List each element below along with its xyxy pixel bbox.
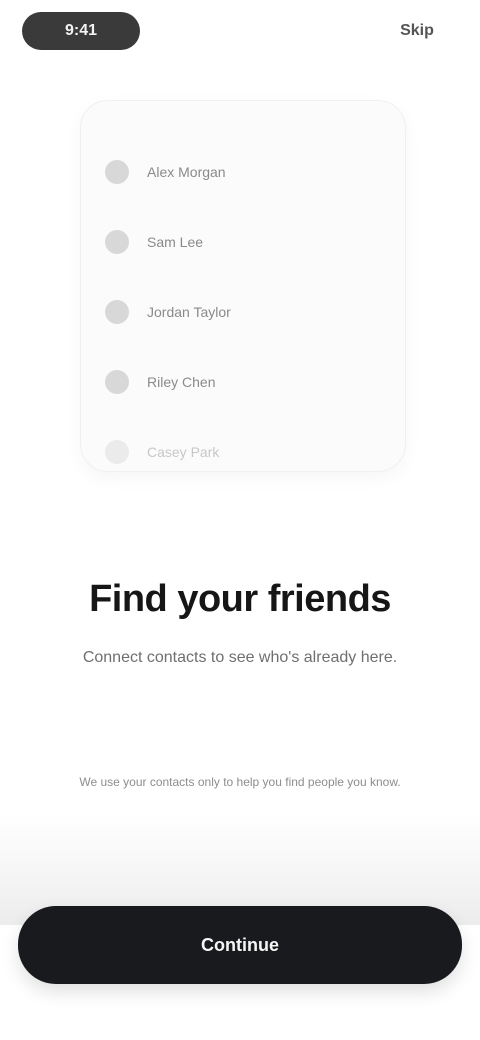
status-pill: 9:41 bbox=[22, 12, 140, 50]
status-time: 9:41 bbox=[64, 22, 98, 39]
avatar-placeholder bbox=[105, 230, 129, 254]
page-title: Find your friends bbox=[89, 578, 391, 620]
avatar-placeholder bbox=[105, 300, 129, 324]
continue-button[interactable]: Continue bbox=[18, 906, 462, 984]
avatar-placeholder bbox=[105, 370, 129, 394]
avatar-placeholder bbox=[105, 440, 129, 464]
contact-item: Casey Park bbox=[105, 417, 381, 487]
contact-name: Riley Chen bbox=[147, 374, 216, 390]
contact-item: Riley Chen bbox=[105, 347, 381, 417]
contact-name: Sam Lee bbox=[147, 234, 204, 250]
contact-item: Jordan Taylor bbox=[105, 277, 381, 347]
contact-list: Alex Morgan Sam Lee Jordan Taylor Riley … bbox=[105, 137, 381, 487]
privacy-note: We use your contacts only to help you fi… bbox=[79, 775, 401, 789]
contact-name: Jordan Taylor bbox=[147, 304, 231, 320]
contact-item: Sam Lee bbox=[105, 207, 381, 277]
contacts-preview-card: Alex Morgan Sam Lee Jordan Taylor Riley … bbox=[80, 100, 406, 472]
contact-item: Alex Morgan bbox=[105, 137, 381, 207]
contact-name: Casey Park bbox=[147, 444, 220, 460]
page-description: Connect contacts to see who's already he… bbox=[82, 649, 398, 666]
skip-button[interactable]: Skip bbox=[388, 14, 446, 48]
contact-name: Alex Morgan bbox=[147, 164, 226, 180]
avatar-placeholder bbox=[105, 160, 129, 184]
